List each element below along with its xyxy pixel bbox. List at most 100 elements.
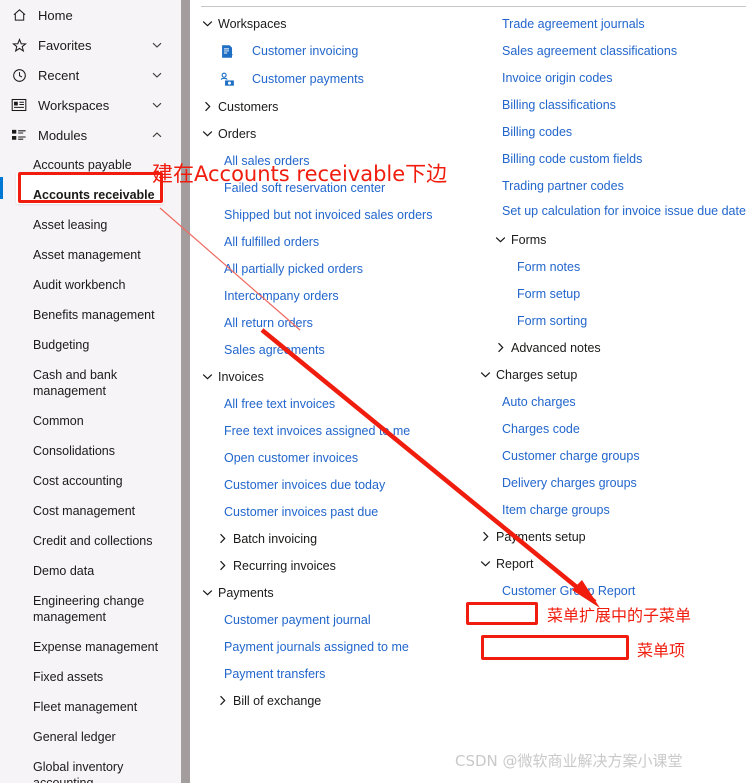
flyout-link-shipped-but-not-invoiced-sales-orders[interactable]: Shipped but not invoiced sales orders bbox=[201, 201, 476, 228]
sidebar-module-global-inventory-accounting[interactable]: Global inventory accounting bbox=[0, 752, 181, 783]
flyout-middle-column: Workspaces Customer invoicing Customer pay… bbox=[201, 10, 476, 714]
sidebar-module-engineering-change-management[interactable]: Engineering change management bbox=[0, 586, 181, 632]
flyout-link-customer-invoicing[interactable]: Customer invoicing bbox=[201, 37, 476, 65]
sidebar-module-cash-and-bank-management[interactable]: Cash and bank management bbox=[0, 360, 181, 406]
chevron-down-icon[interactable] bbox=[151, 39, 163, 51]
chevron-down-icon[interactable] bbox=[151, 99, 163, 111]
flyout-group-recurring-invoices[interactable]: Recurring invoices bbox=[201, 552, 476, 579]
flyout-group-label: Charges setup bbox=[496, 367, 578, 382]
flyout-link-all-free-text-invoices[interactable]: All free text invoices bbox=[201, 390, 476, 417]
sidebar-module-credit-and-collections[interactable]: Credit and collections bbox=[0, 526, 181, 556]
chevron-down-icon[interactable] bbox=[151, 69, 163, 81]
chevron-down-icon[interactable] bbox=[479, 557, 492, 570]
chevron-down-icon[interactable] bbox=[479, 368, 492, 381]
flyout-link-charges-code[interactable]: Charges code bbox=[479, 415, 751, 442]
sidebar-item-modules[interactable]: Modules bbox=[0, 120, 181, 150]
chevron-right-icon[interactable] bbox=[216, 559, 229, 572]
flyout-link-all-return-orders[interactable]: All return orders bbox=[201, 309, 476, 336]
modules-list: Accounts payable Accounts receivable Asset… bbox=[0, 150, 181, 783]
sidebar-module-general-ledger[interactable]: General ledger bbox=[0, 722, 181, 752]
flyout-link-trade-agreement-journals[interactable]: Trade agreement journals bbox=[479, 10, 751, 37]
flyout-link-customer-payment-journal[interactable]: Customer payment journal bbox=[201, 606, 476, 633]
sidebar-module-cost-accounting[interactable]: Cost accounting bbox=[0, 466, 181, 496]
chevron-down-icon[interactable] bbox=[201, 127, 214, 140]
sidebar-module-expense-management[interactable]: Expense management bbox=[0, 632, 181, 662]
flyout-link-item-charge-groups[interactable]: Item charge groups bbox=[479, 496, 751, 523]
flyout-group-label: Payments setup bbox=[496, 529, 586, 544]
flyout-group-forms[interactable]: Forms bbox=[479, 226, 751, 253]
sidebar-module-consolidations[interactable]: Consolidations bbox=[0, 436, 181, 466]
sidebar-item-home[interactable]: Home bbox=[0, 0, 181, 30]
flyout-link-delivery-charges-groups[interactable]: Delivery charges groups bbox=[479, 469, 751, 496]
sidebar-scrollbar-thumb[interactable] bbox=[181, 0, 190, 783]
chevron-right-icon[interactable] bbox=[216, 694, 229, 707]
sidebar-module-cost-management[interactable]: Cost management bbox=[0, 496, 181, 526]
flyout-group-charges-setup[interactable]: Charges setup bbox=[479, 361, 751, 388]
flyout-link-payment-journals-assigned-to-me[interactable]: Payment journals assigned to me bbox=[201, 633, 476, 660]
sidebar-module-benefits-management[interactable]: Benefits management bbox=[0, 300, 181, 330]
flyout-link-trading-partner-codes[interactable]: Trading partner codes bbox=[479, 172, 751, 199]
flyout-link-free-text-invoices-assigned-to-me[interactable]: Free text invoices assigned to me bbox=[201, 417, 476, 444]
chevron-down-icon[interactable] bbox=[201, 370, 214, 383]
flyout-link-sales-agreements[interactable]: Sales agreements bbox=[201, 336, 476, 363]
chevron-down-icon[interactable] bbox=[494, 233, 507, 246]
flyout-group-label: Customers bbox=[218, 99, 279, 114]
flyout-link-sales-agreement-classifications[interactable]: Sales agreement classifications bbox=[479, 37, 751, 64]
sidebar-module-fixed-assets[interactable]: Fixed assets bbox=[0, 662, 181, 692]
flyout-group-report[interactable]: Report bbox=[479, 550, 751, 577]
flyout-link-billing-code-custom-fields[interactable]: Billing code custom fields bbox=[479, 145, 751, 172]
sidebar-module-budgeting[interactable]: Budgeting bbox=[0, 330, 181, 360]
flyout-group-invoices[interactable]: Invoices bbox=[201, 363, 476, 390]
flyout-link-set-up-calculation-for-invoice-issue-due-date[interactable]: Set up calculation for invoice issue due… bbox=[479, 199, 751, 226]
sidebar-module-common[interactable]: Common bbox=[0, 406, 181, 436]
flyout-link-auto-charges[interactable]: Auto charges bbox=[479, 388, 751, 415]
flyout-link-customer-invoices-due-today[interactable]: Customer invoices due today bbox=[201, 471, 476, 498]
flyout-link-label: All free text invoices bbox=[224, 396, 336, 411]
flyout-group-customers[interactable]: Customers bbox=[201, 93, 476, 120]
chevron-right-icon[interactable] bbox=[494, 341, 507, 354]
sidebar-module-fleet-management[interactable]: Fleet management bbox=[0, 692, 181, 722]
flyout-link-label: All return orders bbox=[224, 315, 313, 330]
flyout-link-billing-codes[interactable]: Billing codes bbox=[479, 118, 751, 145]
payment-workspace-icon bbox=[216, 72, 238, 87]
chevron-right-icon[interactable] bbox=[216, 532, 229, 545]
sidebar-item-recent[interactable]: Recent bbox=[0, 60, 181, 90]
flyout-link-invoice-origin-codes[interactable]: Invoice origin codes bbox=[479, 64, 751, 91]
sidebar-module-asset-management[interactable]: Asset management bbox=[0, 240, 181, 270]
sidebar-module-label: Cash and bank management bbox=[33, 368, 118, 398]
flyout-group-orders[interactable]: Orders bbox=[201, 120, 476, 147]
flyout-link-customer-invoices-past-due[interactable]: Customer invoices past due bbox=[201, 498, 476, 525]
sidebar-scrollbar[interactable] bbox=[181, 0, 190, 783]
flyout-link-form-notes[interactable]: Form notes bbox=[479, 253, 751, 280]
flyout-link-open-customer-invoices[interactable]: Open customer invoices bbox=[201, 444, 476, 471]
flyout-group-workspaces[interactable]: Workspaces bbox=[201, 10, 476, 37]
sidebar-item-workspaces[interactable]: Workspaces bbox=[0, 90, 181, 120]
chevron-down-icon[interactable] bbox=[201, 17, 214, 30]
sidebar-item-home-label: Home bbox=[38, 7, 73, 23]
sidebar-module-asset-leasing[interactable]: Asset leasing bbox=[0, 210, 181, 240]
flyout-link-all-fulfilled-orders[interactable]: All fulfilled orders bbox=[201, 228, 476, 255]
flyout-link-payment-transfers[interactable]: Payment transfers bbox=[201, 660, 476, 687]
flyout-group-advanced-notes[interactable]: Advanced notes bbox=[479, 334, 751, 361]
chevron-down-icon[interactable] bbox=[201, 586, 214, 599]
flyout-link-form-sorting[interactable]: Form sorting bbox=[479, 307, 751, 334]
chevron-up-icon[interactable] bbox=[151, 129, 163, 141]
chevron-right-icon[interactable] bbox=[201, 100, 214, 113]
flyout-link-all-partially-picked-orders[interactable]: All partially picked orders bbox=[201, 255, 476, 282]
flyout-group-bill-of-exchange[interactable]: Bill of exchange bbox=[201, 687, 476, 714]
flyout-group-batch-invoicing[interactable]: Batch invoicing bbox=[201, 525, 476, 552]
flyout-link-form-setup[interactable]: Form setup bbox=[479, 280, 751, 307]
flyout-link-billing-classifications[interactable]: Billing classifications bbox=[479, 91, 751, 118]
flyout-group-payments-setup[interactable]: Payments setup bbox=[479, 523, 751, 550]
chevron-right-icon[interactable] bbox=[479, 530, 492, 543]
flyout-group-label: Payments bbox=[218, 585, 274, 600]
flyout-link-label: Set up calculation for invoice issue due… bbox=[502, 204, 746, 218]
flyout-link-customer-group-report[interactable]: Customer Group Report bbox=[479, 577, 751, 604]
flyout-link-customer-charge-groups[interactable]: Customer charge groups bbox=[479, 442, 751, 469]
sidebar-module-demo-data[interactable]: Demo data bbox=[0, 556, 181, 586]
flyout-link-intercompany-orders[interactable]: Intercompany orders bbox=[201, 282, 476, 309]
flyout-link-customer-payments[interactable]: Customer payments bbox=[201, 65, 476, 93]
sidebar-module-audit-workbench[interactable]: Audit workbench bbox=[0, 270, 181, 300]
flyout-group-payments[interactable]: Payments bbox=[201, 579, 476, 606]
sidebar-item-favorites[interactable]: Favorites bbox=[0, 30, 181, 60]
